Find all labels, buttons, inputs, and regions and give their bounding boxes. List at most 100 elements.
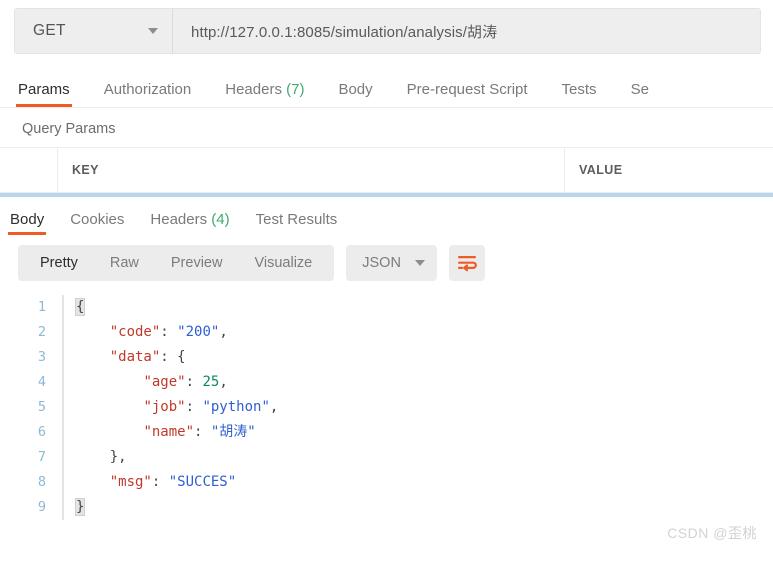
token-punc: :: [160, 324, 178, 340]
token-key: "msg": [109, 474, 152, 490]
view-mode-preview[interactable]: Preview: [155, 255, 239, 271]
param-key-column-label: KEY: [72, 163, 99, 177]
code-line: 9}: [0, 495, 773, 520]
line-number: 7: [37, 449, 46, 465]
response-body-json-viewer[interactable]: 1{2 "code": "200", 3 "data": {4 "age": 25…: [0, 295, 773, 520]
token-punc: },: [109, 449, 127, 465]
token-key: "data": [109, 349, 161, 365]
token-punc: :: [160, 349, 178, 365]
request-tab-body[interactable]: Body: [338, 81, 372, 107]
token-brace: }: [74, 498, 86, 516]
token-brace: {: [74, 298, 86, 316]
code-line: 6 "name": "胡涛": [0, 420, 773, 445]
token-punc: {: [177, 349, 186, 365]
token-key: "name": [143, 424, 195, 440]
http-method-select[interactable]: GET: [15, 9, 173, 53]
line-number: 4: [37, 374, 46, 390]
request-tab-headers[interactable]: Headers (7): [225, 81, 304, 107]
token-punc: ,: [219, 324, 228, 340]
code-line: 1{: [0, 295, 773, 320]
response-tab-headers[interactable]: Headers (4): [150, 211, 229, 235]
http-method-label: GET: [33, 22, 66, 39]
response-tab-cookies[interactable]: Cookies: [70, 211, 124, 235]
param-key-column: KEY: [58, 148, 565, 192]
response-tab-test-results[interactable]: Test Results: [256, 211, 338, 235]
token-key: "age": [143, 374, 186, 390]
request-tab-se[interactable]: Se: [631, 81, 649, 107]
code-text: {: [64, 295, 86, 320]
code-text: }: [64, 495, 86, 520]
code-line: 4 "age": 25,: [0, 370, 773, 395]
line-number: 5: [37, 399, 46, 415]
tab-count-badge: (7): [281, 81, 305, 98]
tab-label: Body: [338, 81, 373, 98]
tab-label: Body: [10, 211, 45, 228]
param-value-column: VALUE: [565, 148, 773, 192]
query-params-heading: Query Params: [22, 121, 116, 137]
token-punc: :: [151, 474, 169, 490]
token-punc: ,: [219, 374, 228, 390]
view-mode-raw[interactable]: Raw: [94, 255, 155, 271]
chevron-down-icon: [148, 28, 158, 34]
tab-label: Test Results: [255, 211, 338, 228]
token-str: "SUCCES": [168, 474, 237, 490]
tab-label: Pre-request Script: [406, 81, 528, 98]
tab-label: Headers: [150, 211, 208, 228]
response-format-select[interactable]: JSON: [346, 245, 437, 281]
request-tab-params[interactable]: Params: [16, 81, 72, 107]
token-num: 25: [202, 374, 220, 390]
token-str: "200": [177, 324, 220, 340]
view-mode-pretty[interactable]: Pretty: [24, 255, 94, 271]
chevron-down-icon: [414, 260, 425, 266]
tab-label: Tests: [561, 81, 597, 98]
response-toolbar: Pretty Raw Preview Visualize JSON: [0, 235, 773, 281]
line-number: 3: [37, 349, 46, 365]
code-line: 8 "msg": "SUCCES": [0, 470, 773, 495]
request-url-input[interactable]: http://127.0.0.1:8085/simulation/analysi…: [173, 9, 760, 53]
code-text: "data": {: [64, 345, 186, 370]
view-mode-visualize[interactable]: Visualize: [238, 255, 328, 271]
code-line: 5 "job": "python",: [0, 395, 773, 420]
request-url-bar: GET http://127.0.0.1:8085/simulation/ana…: [14, 8, 761, 54]
word-wrap-icon: [457, 256, 477, 272]
word-wrap-toggle-button[interactable]: [448, 245, 485, 281]
request-tab-pre-request-script[interactable]: Pre-request Script: [407, 81, 528, 107]
code-text: "name": "胡涛": [64, 420, 255, 445]
tab-label: Headers: [225, 81, 282, 98]
code-line: 2 "code": "200",: [0, 320, 773, 345]
token-punc: :: [194, 424, 211, 440]
tab-count-badge: (4): [207, 211, 230, 228]
response-tab-bar: Body Cookies Headers (4) Test Results: [0, 197, 773, 235]
response-tab-body[interactable]: Body: [7, 211, 47, 235]
line-number: 2: [37, 324, 46, 340]
token-punc: ,: [269, 399, 279, 415]
request-tab-bar: Params Authorization Headers (7) Body Pre-re…: [0, 66, 773, 108]
request-tab-authorization[interactable]: Authorization: [104, 81, 192, 107]
token-punc: :: [185, 374, 203, 390]
tab-label: Params: [18, 81, 70, 98]
code-text: "job": "python",: [64, 395, 278, 420]
query-params-table-header: KEY VALUE: [0, 147, 773, 193]
code-line: 7 },: [0, 445, 773, 470]
request-tab-tests[interactable]: Tests: [562, 81, 597, 107]
line-number: 6: [37, 424, 46, 440]
csdn-watermark: CSDN @歪桃: [667, 525, 757, 541]
response-format-label: JSON: [362, 255, 401, 271]
code-text: "msg": "SUCCES": [64, 470, 236, 495]
tab-label: Cookies: [70, 211, 125, 228]
line-number: 8: [37, 474, 46, 490]
code-text: "code": "200",: [64, 320, 228, 345]
code-text: "age": 25,: [64, 370, 228, 395]
token-punc: :: [185, 399, 203, 415]
code-text: },: [64, 445, 127, 470]
line-number: 9: [37, 499, 46, 515]
token-str: "python": [202, 399, 270, 415]
code-line: 3 "data": {: [0, 345, 773, 370]
